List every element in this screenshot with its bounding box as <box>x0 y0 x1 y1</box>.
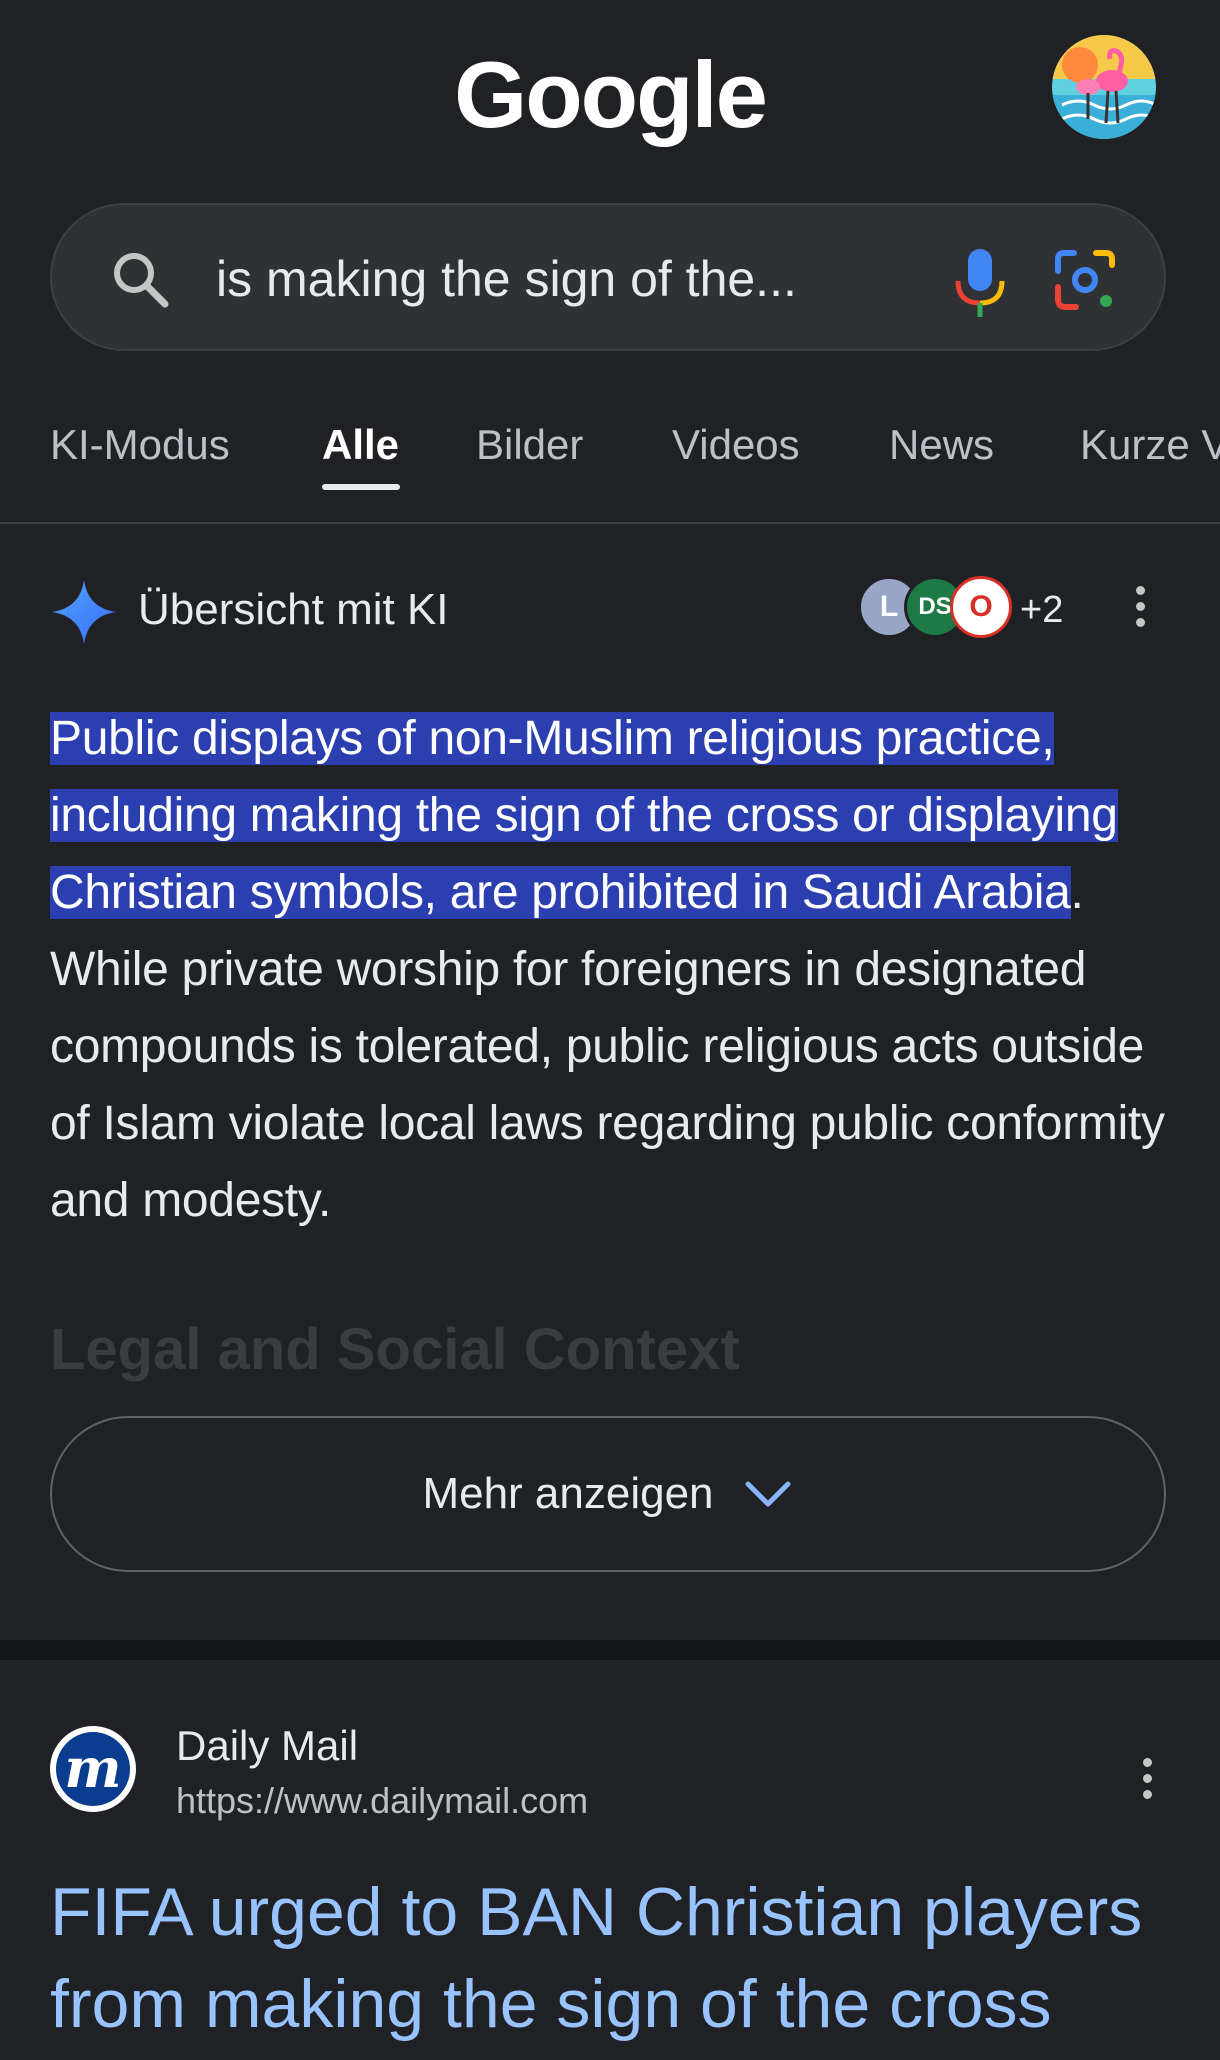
search-tabs: KI-Modus Alle Bilder Videos News Kurze V <box>0 410 1220 524</box>
google-logo[interactable]: Google <box>0 40 1220 150</box>
search-bar[interactable]: is making the sign of the... <box>50 203 1166 351</box>
ai-overview-menu-icon[interactable] <box>1134 586 1146 636</box>
answer-continuation: . While private worship for foreigners i… <box>50 866 1165 1227</box>
ai-overview-title: Übersicht mit KI <box>138 585 449 634</box>
result-title-link[interactable]: FIFA urged to BAN Christian players from… <box>50 1866 1200 2050</box>
microphone-icon[interactable] <box>950 247 1010 319</box>
chevron-down-icon <box>745 1481 791 1507</box>
ai-overview-text: Public displays of non-Muslim religious … <box>50 700 1180 1239</box>
search-icon <box>114 253 169 308</box>
result-url[interactable]: https://www.dailymail.com <box>176 1776 588 1826</box>
site-favicon[interactable]: m <box>50 1726 136 1812</box>
daily-mail-logo-icon: m <box>56 1732 130 1806</box>
section-separator <box>0 1640 1220 1660</box>
tab-kurze-videos[interactable]: Kurze V <box>1080 410 1220 480</box>
tab-ki-modus[interactable]: KI-Modus <box>50 410 230 480</box>
tab-bilder[interactable]: Bilder <box>476 410 583 480</box>
tab-news[interactable]: News <box>889 410 994 480</box>
tab-videos[interactable]: Videos <box>672 410 800 480</box>
google-lens-icon[interactable] <box>1052 247 1118 313</box>
tab-alle[interactable]: Alle <box>322 410 399 480</box>
result-menu-icon[interactable] <box>1141 1758 1153 1808</box>
tabs-divider <box>0 522 1220 524</box>
active-tab-indicator <box>322 484 400 490</box>
faded-section-heading: Legal and Social Context <box>50 1317 740 1382</box>
sources-more-count[interactable]: +2 <box>1020 582 1063 638</box>
avatar[interactable] <box>1052 35 1156 139</box>
source-icon: O <box>950 576 1012 638</box>
result-site-name[interactable]: Daily Mail <box>176 1718 358 1774</box>
ai-sparkle-icon <box>52 580 116 644</box>
highlighted-answer: Public displays of non-Muslim religious … <box>50 712 1118 919</box>
search-input[interactable]: is making the sign of the... <box>216 249 797 309</box>
search-results-page: Google is making the sign of the... KI-M… <box>0 0 1220 2060</box>
ai-overview-header: Übersicht mit KI L DS O +2 <box>50 574 1166 646</box>
ai-sources-stack[interactable]: L DS O <box>858 576 1028 644</box>
show-more-button[interactable]: Mehr anzeigen <box>50 1416 1166 1572</box>
show-more-label: Mehr anzeigen <box>422 1469 714 1518</box>
flamingo-avatar-icon <box>1052 35 1156 139</box>
